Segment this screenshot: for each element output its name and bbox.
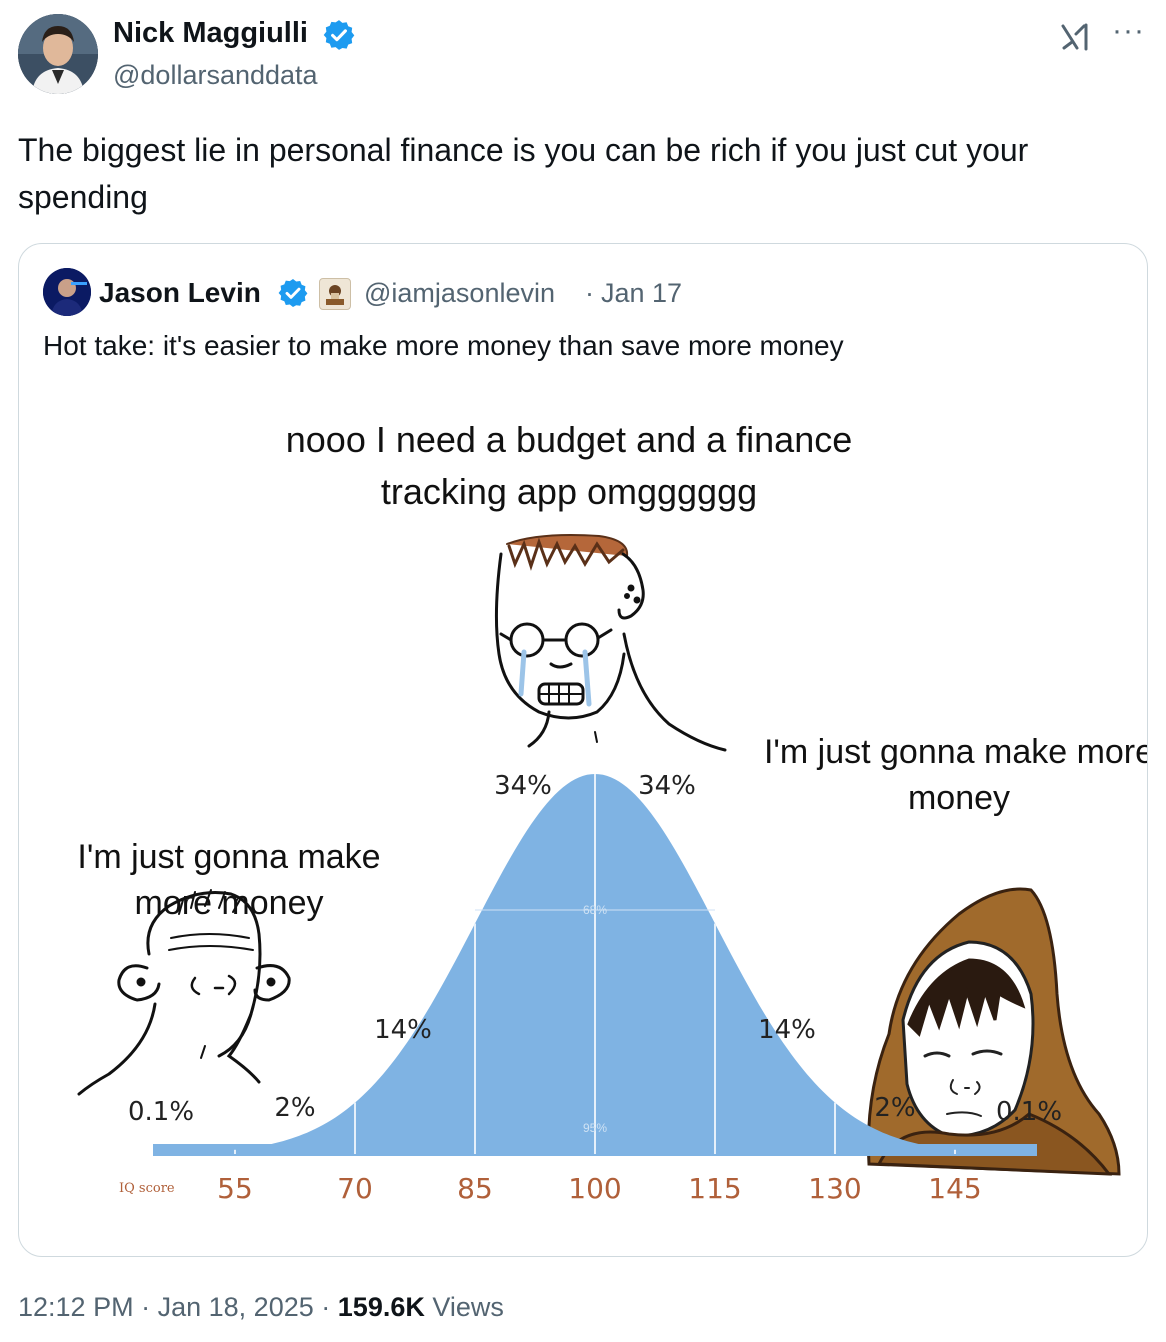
more-options-button[interactable]: ··· (1112, 14, 1145, 48)
segment-percent-label: 14% (758, 1015, 816, 1045)
views-label: Views (432, 1292, 504, 1322)
quoted-author-avatar[interactable] (43, 268, 91, 316)
quoted-tweet-text: Hot take: it's easier to make more money… (43, 330, 844, 361)
segment-percent-label: 2% (874, 1093, 915, 1123)
grok-icon[interactable] (1060, 22, 1092, 52)
segment-percent-label: 34% (638, 771, 696, 801)
quoted-verified-badge-icon (278, 279, 308, 307)
quoted-separator: · (585, 278, 594, 308)
axis-tick-label: 145 (928, 1172, 981, 1205)
quoted-author-handle[interactable]: @iamjasonlevin (364, 278, 555, 309)
tweet-date[interactable]: Jan 18, 2025 (158, 1292, 314, 1322)
segment-percent-label: 14% (374, 1015, 432, 1045)
segment-percent-label: 0.1% (996, 1097, 1062, 1127)
axis-title: IQ score (119, 1181, 175, 1196)
meme-caption-right: I'm just gonna make more money (763, 733, 1148, 817)
meme-caption-left: I'm just gonna make more money (77, 838, 381, 922)
tweet-time[interactable]: 12:12 PM (18, 1292, 134, 1322)
tweet-text: The biggest lie in personal finance is y… (18, 132, 1029, 215)
footer-separator: · (141, 1292, 151, 1322)
meme-image[interactable]: 68% 95% 55 70 85 100 115 130 145 IQ score 0.1% 2% 1… (19, 394, 1147, 1256)
segment-percent-label: 0.1% (128, 1097, 194, 1127)
axis-tick-label: 115 (688, 1172, 741, 1205)
avatar-image (18, 14, 98, 94)
axis-tick-label: 55 (217, 1172, 253, 1205)
views-count: 159.6K (337, 1292, 425, 1322)
tweet-footer: 12:12 PM · Jan 18, 2025 · 159.6K Views (18, 1292, 504, 1323)
segment-percent-label: 2% (274, 1093, 315, 1123)
verified-badge-icon (323, 20, 355, 50)
bell-curve-chart: 68%95% 55 70 85 100 115 130 145IQ score0.1% 2%1… (77, 534, 1121, 1205)
meme-caption-top: nooo I need a budget and a finance track… (285, 419, 853, 512)
axis-tick-label: 100 (568, 1172, 621, 1205)
axis-tick-label: 85 (457, 1172, 493, 1205)
author-handle[interactable]: @dollarsanddata (113, 60, 318, 91)
quoted-author-name[interactable]: Jason Levin (99, 277, 261, 309)
segment-percent-label: 34% (494, 771, 552, 801)
axis-tick-label: 130 (808, 1172, 861, 1205)
author-avatar[interactable] (18, 14, 98, 94)
crying-wojak-figure (494, 534, 727, 752)
quoted-tweet[interactable]: Jason Levin @iamjasonlevin · Jan 17 Hot … (18, 243, 1148, 1257)
quoted-avatar-image (43, 268, 91, 316)
hooded-wojak-figure (866, 887, 1121, 1176)
inner-label-95: 95% (583, 1121, 607, 1135)
footer-separator: · (321, 1292, 331, 1322)
author-name[interactable]: Nick Maggiulli (113, 17, 308, 50)
axis-tick-label: 70 (337, 1172, 373, 1205)
quoted-date[interactable]: Jan 17 (601, 278, 682, 309)
affiliate-badge-icon (319, 278, 351, 310)
